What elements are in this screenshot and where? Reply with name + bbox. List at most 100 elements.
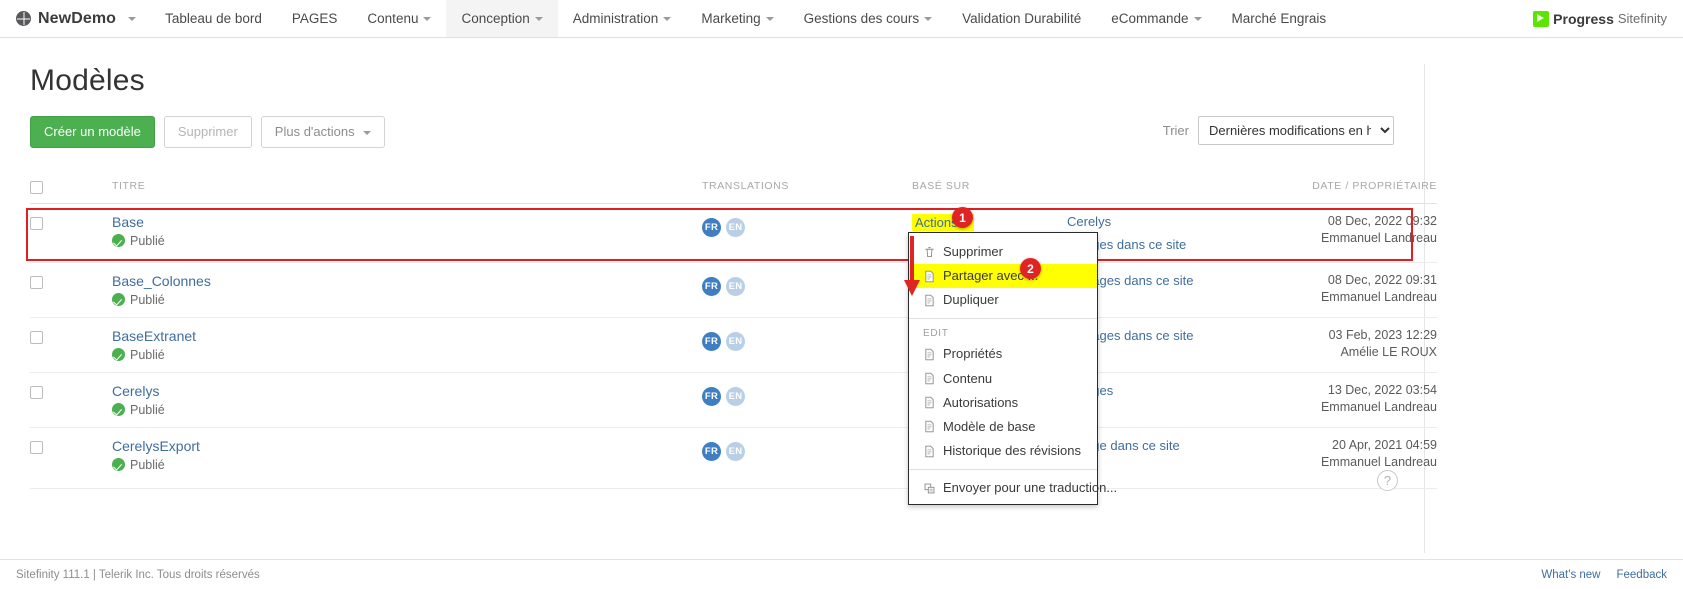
menu-item-historique-des-revisions[interactable]: Historique des révisions [909,439,1097,463]
language-badge-fr[interactable]: FR [702,332,721,351]
nav-items: Tableau de bord PAGES Contenu Conception… [150,0,1341,37]
row-date: 08 Dec, 2022 09:31 [1257,273,1437,287]
table-row[interactable]: Base Publié FR EN Actions [30,203,1437,262]
menu-item-label: Supprimer [943,242,1003,262]
copyright-text: Sitefinity 111.1 | Telerik Inc. Tous dro… [16,569,260,581]
row-owner: Emmanuel Landreau [1257,455,1437,469]
template-title-link[interactable]: Cerelys [112,383,159,399]
row-checkbox[interactable] [30,441,43,454]
menu-item-dupliquer[interactable]: Dupliquer [909,288,1097,312]
nav-item-tableau-de-bord[interactable]: Tableau de bord [150,0,277,37]
brand-site-selector[interactable]: NewDemo [0,0,150,37]
sitefinity-wordmark: Sitefinity [1618,11,1667,26]
select-all-header [30,174,62,204]
nav-item-ecommande[interactable]: eCommande [1096,0,1216,37]
status-badge: Publié [112,348,702,362]
menu-section-label-edit: EDIT [909,325,1097,342]
table-row[interactable]: CerelysExport Publié FR EN WebsiteT_Mast… [30,427,1437,488]
nav-item-marche-engrais[interactable]: Marché Engrais [1217,0,1342,37]
sort-select[interactable]: Dernières modifications en haut [1198,116,1394,145]
row-owner: Amélie LE ROUX [1257,345,1437,359]
nav-item-contenu[interactable]: Contenu [352,0,446,37]
progress-wordmark: Progress [1553,11,1614,27]
language-badge-fr[interactable]: FR [702,387,721,406]
menu-item-label: Envoyer pour une traduction... [943,478,1117,498]
chevron-down-icon [766,17,774,21]
nav-item-gestions-des-cours[interactable]: Gestions des cours [789,0,948,37]
document-icon [923,396,936,409]
annotation-badge-1: 1 [952,207,973,228]
translate-icon [923,482,936,495]
menu-item-modele-de-base[interactable]: Modèle de base [909,415,1097,439]
menu-item-contenu[interactable]: Contenu [909,367,1097,391]
menu-item-proprietes[interactable]: Propriétés [909,342,1097,366]
nav-item-validation-durabilite[interactable]: Validation Durabilité [947,0,1096,37]
row-checkbox[interactable] [30,331,43,344]
menu-item-label: Contenu [943,369,992,389]
nav-item-label: Validation Durabilité [962,11,1081,26]
row-date: 08 Dec, 2022 09:32 [1257,214,1437,228]
feedback-link[interactable]: Feedback [1616,569,1667,581]
language-badge-fr[interactable]: FR [702,277,721,296]
based-on-link[interactable]: Cerelys [1067,214,1111,229]
row-date-cell: 08 Dec, 2022 09:31 Emmanuel Landreau [1257,262,1437,317]
menu-item-supprimer[interactable]: Supprimer [909,240,1097,264]
row-title-cell: Base_Colonnes Publié [112,262,702,317]
row-thumbnail-cell [62,427,112,488]
row-date: 20 Apr, 2021 04:59 [1257,438,1437,452]
nav-item-administration[interactable]: Administration [558,0,687,37]
help-button[interactable]: ? [1377,470,1398,491]
row-checkbox[interactable] [30,217,43,230]
template-title-link[interactable]: Base [112,214,144,230]
nav-item-label: Tableau de bord [165,11,262,26]
status-badge: Publié [112,458,702,472]
globe-icon [16,11,31,26]
language-badge-en[interactable]: EN [726,442,745,461]
progress-logo-icon [1533,11,1549,27]
language-badge-en[interactable]: EN [726,218,745,237]
row-translations-cell: FR EN [702,317,912,372]
template-title-link[interactable]: BaseExtranet [112,328,196,344]
nav-item-conception[interactable]: Conception [446,0,557,37]
row-title-cell: BaseExtranet Publié [112,317,702,372]
nav-item-label: Contenu [367,11,418,26]
page-title: Modèles [30,64,1394,98]
menu-item-envoyer-pour-traduction[interactable]: Envoyer pour une traduction... [909,476,1097,500]
published-check-icon [112,348,125,361]
chevron-down-icon [128,17,136,21]
status-label: Publié [130,348,165,362]
template-title-link[interactable]: CerelysExport [112,438,200,454]
document-icon [923,270,936,283]
table-header-row: TITRE TRANSLATIONS BASÉ SUR DATE / PROPR… [30,174,1437,204]
more-actions-button[interactable]: Plus d'actions [261,116,385,148]
document-icon [923,420,936,433]
row-checkbox[interactable] [30,386,43,399]
row-title-cell: Cerelys Publié [112,372,702,427]
table-row[interactable]: BaseExtranet Publié FR EN 78 pages dans … [30,317,1437,372]
nav-item-marketing[interactable]: Marketing [686,0,788,37]
column-header-base-sur: BASÉ SUR [912,174,1257,204]
status-badge: Publié [112,234,702,248]
language-badge-fr[interactable]: FR [702,218,721,237]
language-badge-en[interactable]: EN [726,277,745,296]
trash-icon [923,246,936,259]
status-label: Publié [130,403,165,417]
language-badge-en[interactable]: EN [726,332,745,351]
status-badge: Publié [112,403,702,417]
delete-button[interactable]: Supprimer [164,116,252,148]
menu-item-autorisations[interactable]: Autorisations [909,391,1097,415]
row-select-cell [30,262,62,317]
create-template-button[interactable]: Créer un modèle [30,116,155,148]
language-badge-en[interactable]: EN [726,387,745,406]
whats-new-link[interactable]: What's new [1541,569,1600,581]
select-all-checkbox[interactable] [30,181,43,194]
template-title-link[interactable]: Base_Colonnes [112,273,211,289]
nav-item-pages[interactable]: PAGES [277,0,353,37]
menu-item-partager-avec[interactable]: Partager avec ... [909,264,1097,288]
row-checkbox[interactable] [30,276,43,289]
language-badge-fr[interactable]: FR [702,442,721,461]
chevron-down-icon [663,17,671,21]
table-row[interactable]: Base_Colonnes Publié FR EN 30 pages dans… [30,262,1437,317]
status-label: Publié [130,458,165,472]
table-row[interactable]: Cerelys Publié FR EN WebsiteT_Master/ [30,372,1437,427]
